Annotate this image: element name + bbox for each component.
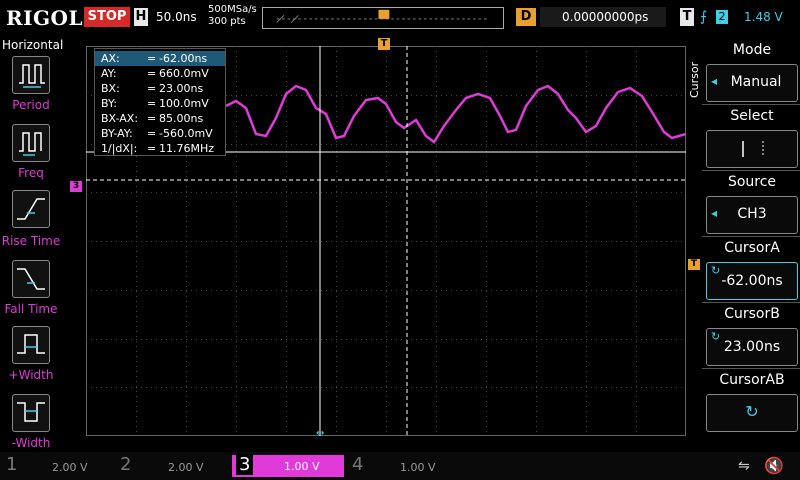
readout-key: AX: — [101, 52, 120, 65]
memory-map-wave — [276, 14, 299, 23]
measure-period-label: Period — [12, 98, 50, 112]
cursorab-label: CursorAB — [719, 372, 785, 388]
cursora-value: -62.00ns — [721, 273, 783, 289]
channel-1-status[interactable]: 1 2.00 V — [4, 454, 114, 477]
readout-value: 11.76MHz — [159, 142, 215, 155]
readout-eq: = — [147, 112, 157, 125]
readout-key: BX: — [101, 82, 120, 95]
cursorb-label: CursorB — [724, 306, 780, 322]
channel-4-status[interactable]: 4 1.00 V — [350, 454, 460, 477]
readout-key: BX-AX: — [101, 112, 139, 125]
select-button[interactable] — [706, 130, 798, 168]
select-cursor-icon — [742, 141, 764, 157]
readout-value: 85.00ns — [159, 112, 204, 125]
readout-row-bx-ax: BX-AX: = 85.00ns — [95, 111, 225, 126]
cursor-menu-title: Cursor — [688, 61, 701, 98]
channel-1-scale: 2.00 V — [52, 461, 88, 474]
readout-value: 100.0mV — [159, 97, 209, 110]
speaker-mute-icon[interactable]: 🔇 — [764, 456, 784, 475]
usb-icon: ⇋ — [738, 458, 750, 474]
menu-separator — [702, 104, 800, 105]
measure-rise-time-label: Rise Time — [1, 234, 61, 248]
channel-1-number: 1 — [6, 454, 18, 475]
cursorab-knob-icon: ↻ — [745, 402, 759, 421]
trigger-level[interactable]: 1.48 V — [744, 10, 783, 24]
measure-minus-width-label: -Width — [11, 436, 51, 450]
cursora-button[interactable]: ↻ -62.00ns — [706, 262, 798, 300]
acquisition-info: 500MSa/s 300 pts — [208, 4, 257, 28]
source-button[interactable]: ◂ CH3 — [706, 196, 798, 234]
trigger-source: 2 — [716, 10, 728, 24]
mode-value: Manual — [730, 74, 782, 90]
channel-3-scale: 1.00 V — [284, 460, 320, 473]
measure-plus-width-label: +Width — [8, 368, 54, 382]
brand-logo: RIGOL — [6, 6, 84, 30]
readout-eq: = — [147, 67, 157, 80]
readout-row-by-ay: BY-AY: = -560.0mV — [95, 126, 225, 141]
readout-row-bx: BX: = 23.00ns — [95, 81, 225, 96]
mode-button[interactable]: ◂ Manual — [706, 64, 798, 102]
readout-eq: = — [147, 127, 157, 140]
readout-eq: = — [147, 97, 157, 110]
readout-key: 1/|dX|: — [101, 142, 138, 155]
frequency-icon — [12, 124, 50, 162]
period-icon — [12, 56, 50, 94]
readout-value: -62.00ns — [159, 52, 208, 65]
measure-freq-label: Freq — [18, 166, 44, 180]
readout-eq: = — [147, 142, 157, 155]
horizontal-badge: H — [134, 8, 148, 26]
delay-value: 0.00000000ps — [562, 10, 649, 24]
cursorab-button[interactable]: ↻ — [706, 394, 798, 432]
channel-2-status[interactable]: 2 2.00 V — [118, 454, 228, 477]
cursorb-value: 23.00ns — [723, 339, 781, 355]
source-label: Source — [727, 174, 777, 190]
cursor-readout-panel: AX: = -62.00ns AY: = 660.0mV BX: = 23.00ns BY:… — [94, 48, 226, 156]
rise-time-icon — [12, 190, 50, 228]
readout-value: 23.00ns — [159, 82, 204, 95]
trigger-badge: T — [680, 8, 694, 26]
channel-4-scale: 1.00 V — [400, 461, 436, 474]
cursora-label: CursorA — [724, 240, 780, 256]
menu-separator — [702, 368, 800, 369]
readout-value: -560.0mV — [159, 127, 213, 140]
trigger-position-marker[interactable]: T — [378, 38, 390, 50]
memory-map — [262, 7, 504, 29]
channel-3-number: 3 — [236, 454, 254, 475]
source-value: CH3 — [737, 206, 767, 222]
readout-eq: = — [147, 52, 157, 65]
fall-time-icon — [12, 260, 50, 298]
cursorb-button[interactable]: ↻ 23.00ns — [706, 328, 798, 366]
menu-separator — [702, 170, 800, 171]
mode-label: Mode — [732, 42, 772, 58]
readout-key: AY: — [101, 67, 117, 80]
channel-2-number: 2 — [120, 454, 132, 475]
memory-map-trigger-marker — [378, 9, 390, 19]
measure-fall-time-label: Fall Time — [4, 302, 58, 316]
run-stop-badge[interactable]: STOP — [84, 7, 130, 27]
readout-row-by: BY: = 100.0mV — [95, 96, 225, 111]
select-label: Select — [730, 108, 774, 124]
memory-points: 300 pts — [208, 16, 246, 27]
readout-row-ax: AX: = -62.00ns — [95, 51, 225, 66]
menu-separator — [702, 302, 800, 303]
trigger-edge-icon: ⨍ — [700, 9, 708, 25]
timebase-value[interactable]: 50.0ns — [156, 10, 197, 24]
readout-value: 660.0mV — [159, 67, 209, 80]
readout-row-ay: AY: = 660.0mV — [95, 66, 225, 81]
channel-2-scale: 2.00 V — [168, 461, 204, 474]
measurement-menu-title: Horizontal — [2, 38, 64, 52]
ch3-offset-marker[interactable]: 3 — [70, 181, 82, 192]
minus-width-icon — [12, 394, 50, 432]
channel-3-status[interactable]: 3 1.00 V — [232, 454, 344, 477]
sample-rate: 500MSa/s — [208, 4, 257, 15]
readout-row-inv-dx: 1/|dX|: = 11.76MHz — [95, 141, 225, 156]
menu-separator — [702, 236, 800, 237]
readout-key: BY-AY: — [101, 127, 133, 140]
readout-key: BY: — [101, 97, 117, 110]
cursor-drag-icon[interactable]: ↔ — [316, 428, 324, 436]
plus-width-icon — [12, 326, 50, 364]
channel-4-number: 4 — [352, 454, 364, 475]
readout-eq: = — [147, 82, 157, 95]
delay-badge: D — [516, 8, 536, 26]
